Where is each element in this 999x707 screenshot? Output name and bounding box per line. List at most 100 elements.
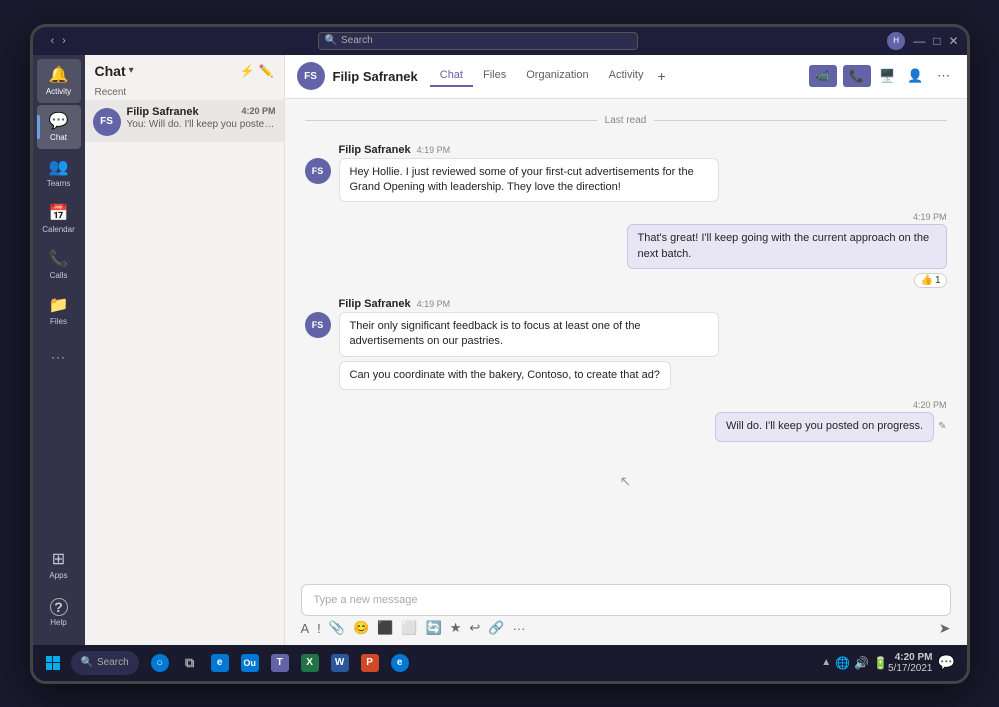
msg-content-3: Filip Safranek 4:19 PM Their only signif… bbox=[339, 298, 719, 390]
header-actions: 📹 📞 🖥️ 👤 ⋯ bbox=[809, 65, 955, 87]
share-icon: 🖥️ bbox=[879, 68, 895, 84]
edit-sent-icon[interactable]: ✎ bbox=[938, 421, 946, 432]
edit-icon[interactable]: ✏️ bbox=[259, 64, 274, 78]
audio-call-button[interactable]: 📞 bbox=[843, 65, 871, 87]
tab-activity[interactable]: Activity bbox=[599, 65, 654, 87]
chat-panel-title: Chat bbox=[95, 63, 126, 79]
message-group-3: FS Filip Safranek 4:19 PM Their only sig… bbox=[305, 298, 947, 390]
emoji-icon[interactable]: 😊 bbox=[353, 620, 369, 636]
msg-bubble-3b: Can you coordinate with the bakery, Cont… bbox=[339, 361, 671, 390]
calls-icon: 📞 bbox=[49, 249, 69, 269]
divider-line-left bbox=[305, 120, 597, 121]
tab-files[interactable]: Files bbox=[473, 65, 516, 87]
taskbar-edge[interactable]: e bbox=[207, 650, 233, 676]
link-icon[interactable]: 🔗 bbox=[488, 620, 504, 636]
close-button[interactable]: ✕ bbox=[948, 34, 958, 48]
sidebar-label-chat: Chat bbox=[50, 133, 67, 142]
sidebar-item-calls[interactable]: 📞 Calls bbox=[37, 243, 81, 287]
sidebar-label-apps: Apps bbox=[49, 571, 67, 580]
more-options-button[interactable]: ⋯ bbox=[933, 65, 955, 87]
forward-arrow[interactable]: › bbox=[60, 35, 68, 47]
chat-title-dropdown[interactable]: ▾ bbox=[129, 65, 134, 76]
taskbar-clock[interactable]: 4:20 PM 5/17/2021 bbox=[888, 652, 933, 674]
help-icon: ? bbox=[50, 598, 68, 616]
minimize-button[interactable]: — bbox=[913, 34, 925, 48]
taskbar-cortana[interactable]: ○ bbox=[147, 650, 173, 676]
taskbar-outlook[interactable]: Ou bbox=[237, 650, 263, 676]
msg-time-4: 4:20 PM bbox=[913, 400, 947, 410]
msg-content-4: 4:20 PM Will do. I'll keep you posted on… bbox=[715, 400, 947, 441]
praise-icon[interactable]: ★ bbox=[450, 620, 462, 636]
message-input-box[interactable]: Type a new message bbox=[301, 584, 951, 616]
screen-share-button[interactable]: 🖥️ bbox=[877, 65, 899, 87]
bold-icon[interactable]: ! bbox=[317, 621, 321, 636]
add-tab-button[interactable]: + bbox=[653, 68, 669, 84]
sidebar-item-more[interactable]: ··· bbox=[37, 335, 81, 379]
notif-icon: 💬 bbox=[938, 654, 955, 671]
sidebar-item-activity[interactable]: 🔔 Activity bbox=[37, 59, 81, 103]
active-indicator bbox=[37, 115, 40, 139]
message-preview: You: Will do. I'll keep you posted on pr… bbox=[127, 119, 276, 130]
network-icon[interactable]: 🌐 bbox=[835, 656, 850, 670]
filter-icon[interactable]: ⚡ bbox=[240, 64, 255, 78]
maximize-button[interactable]: □ bbox=[933, 34, 940, 48]
conversation-avatar: FS bbox=[297, 62, 325, 90]
taskbar-taskview[interactable]: ⧉ bbox=[177, 650, 203, 676]
video-call-button[interactable]: 📹 bbox=[809, 65, 837, 87]
sidebar-label-files: Files bbox=[50, 317, 67, 326]
tab-chat[interactable]: Chat bbox=[430, 65, 473, 87]
video-icon: 📹 bbox=[815, 69, 830, 83]
format-icon[interactable]: A bbox=[301, 621, 310, 636]
loop-icon[interactable]: 🔄 bbox=[426, 620, 442, 636]
person-add-icon: 👤 bbox=[907, 68, 923, 84]
last-read-label: Last read bbox=[605, 115, 647, 126]
notification-button[interactable]: 💬 bbox=[933, 649, 961, 677]
battery-icon[interactable]: 🔋 bbox=[873, 656, 888, 670]
start-button[interactable] bbox=[39, 649, 67, 677]
taskbar-edge2[interactable]: e bbox=[387, 650, 413, 676]
taskbar-teams[interactable]: T bbox=[267, 650, 293, 676]
chat-panel-tools: ⚡ ✏️ bbox=[240, 64, 274, 78]
gif-icon[interactable]: ⬛ bbox=[377, 620, 393, 636]
chat-list-item[interactable]: FS Filip Safranek 4:20 PM You: Will do. … bbox=[85, 100, 284, 142]
conversation-header: FS Filip Safranek Chat Files Organizatio… bbox=[285, 55, 967, 99]
divider-line-right bbox=[654, 120, 946, 121]
sidebar-item-files[interactable]: 📁 Files bbox=[37, 289, 81, 333]
msg-bubble-3: Their only significant feedback is to fo… bbox=[339, 312, 719, 357]
sidebar-item-apps[interactable]: ⊞ Apps bbox=[37, 543, 81, 587]
sidebar-item-chat[interactable]: 💬 Chat bbox=[37, 105, 81, 149]
user-avatar[interactable]: H bbox=[887, 32, 905, 50]
taskbar-search[interactable]: 🔍 Search bbox=[71, 651, 139, 675]
sticker-icon[interactable]: ⬜ bbox=[401, 620, 417, 636]
phone-icon: 📞 bbox=[849, 69, 864, 83]
taskbar-excel[interactable]: X bbox=[297, 650, 323, 676]
volume-icon[interactable]: 🔊 bbox=[854, 656, 869, 670]
taskbar: 🔍 Search ○ ⧉ e Ou T X W bbox=[33, 645, 967, 681]
undo-icon[interactable]: ↩ bbox=[469, 620, 480, 636]
msg-reaction-2: 👍 1 bbox=[914, 273, 946, 288]
empty-space: ↖ bbox=[305, 452, 947, 512]
more-toolbar[interactable]: ··· bbox=[512, 621, 525, 636]
systray-up-arrow[interactable]: ▲ bbox=[821, 657, 831, 668]
back-arrow[interactable]: ‹ bbox=[49, 35, 57, 47]
windows-logo bbox=[46, 656, 60, 670]
title-bar-search[interactable]: 🔍 Search bbox=[318, 32, 638, 50]
msg-content-2: 4:19 PM That's great! I'll keep going wi… bbox=[627, 212, 947, 288]
sidebar-item-teams[interactable]: 👥 Teams bbox=[37, 151, 81, 195]
msg-bubble-2: That's great! I'll keep going with the c… bbox=[627, 224, 947, 269]
send-button[interactable]: ➤ bbox=[939, 620, 951, 637]
attach-icon[interactable]: 📎 bbox=[329, 620, 345, 636]
reaction-count: 1 bbox=[935, 275, 941, 286]
title-bar-left: ‹ › bbox=[41, 35, 68, 47]
msg-sender-1: Filip Safranek bbox=[339, 144, 411, 156]
conversation-name: Filip Safranek bbox=[333, 69, 418, 84]
msg-content-1: Filip Safranek 4:19 PM Hey Hollie. I jus… bbox=[339, 144, 719, 203]
tab-organization[interactable]: Organization bbox=[516, 65, 598, 87]
taskbar-word[interactable]: W bbox=[327, 650, 353, 676]
sidebar-item-calendar[interactable]: 📅 Calendar bbox=[37, 197, 81, 241]
taskbar-powerpoint[interactable]: P bbox=[357, 650, 383, 676]
add-person-button[interactable]: 👤 bbox=[905, 65, 927, 87]
msg-sender-row-1: Filip Safranek 4:19 PM bbox=[339, 144, 719, 156]
message-time: 4:20 PM bbox=[241, 106, 275, 118]
sidebar-item-help[interactable]: ? Help bbox=[37, 591, 81, 635]
